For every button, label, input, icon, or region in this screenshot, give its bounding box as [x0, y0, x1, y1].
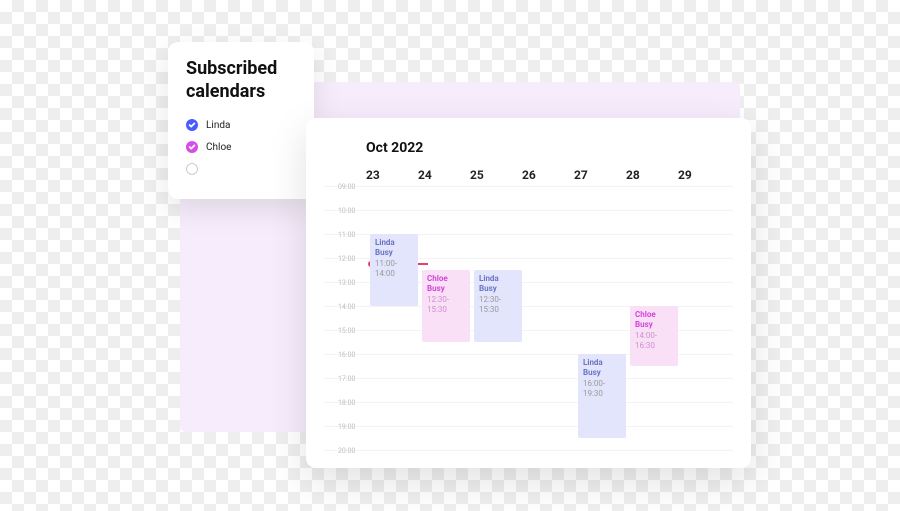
calendar-subscription-linda[interactable]: Linda [186, 119, 296, 131]
hour-label: 12:00 [338, 255, 355, 263]
subscribed-calendars-panel: Subscribed calendars Linda Chloe [168, 42, 314, 199]
day-header[interactable]: 24 [418, 168, 470, 182]
hour-label: 17:00 [338, 375, 355, 383]
checkmark-icon [186, 141, 198, 153]
calendar-grid[interactable]: 09:00 10:00 11:00 12:00 13:00 14:00 15:00 16:00… [324, 186, 733, 458]
event-owner: Chloe [427, 274, 466, 284]
hour-label: 14:00 [338, 303, 355, 311]
hour-row: 18:00 [324, 402, 733, 426]
calendar-event[interactable]: LindaBusy12:30-15:30 [474, 270, 522, 342]
hour-label: 18:00 [338, 399, 355, 407]
event-owner: Linda [479, 274, 518, 284]
hour-label: 16:00 [338, 351, 355, 359]
calendar-week-view: Oct 2022 23 24 25 26 27 28 29 09:00 10:00… [306, 118, 751, 468]
hour-label: 09:00 [338, 183, 355, 191]
calendar-day-header: 23 24 25 26 27 28 29 [324, 168, 733, 182]
event-status: Busy [375, 248, 414, 258]
calendar-subscription-empty[interactable] [186, 163, 296, 175]
calendar-event[interactable]: ChloeBusy14:00-16:30 [630, 306, 678, 366]
event-status: Busy [427, 284, 466, 294]
event-time: 12:30-15:30 [479, 295, 518, 315]
subscribed-calendars-title: Subscribed calendars [186, 58, 296, 103]
event-status: Busy [583, 368, 622, 378]
day-header[interactable]: 28 [626, 168, 678, 182]
event-time: 11:00-14:00 [375, 259, 414, 279]
hour-label: 15:00 [338, 327, 355, 335]
hour-label: 11:00 [338, 231, 355, 239]
event-owner: Chloe [635, 310, 674, 320]
day-header[interactable]: 27 [574, 168, 626, 182]
hour-row: 17:00 [324, 378, 733, 402]
event-time: 16:00-19:30 [583, 379, 622, 399]
day-header[interactable]: 29 [678, 168, 730, 182]
event-time: 14:00-16:30 [635, 331, 674, 351]
event-status: Busy [479, 284, 518, 294]
event-status: Busy [635, 320, 674, 330]
unchecked-icon [186, 163, 198, 175]
event-owner: Linda [375, 238, 414, 248]
hour-label: 20:00 [338, 447, 355, 455]
hour-label: 13:00 [338, 279, 355, 287]
day-header[interactable]: 25 [470, 168, 522, 182]
checkmark-icon [186, 119, 198, 131]
calendar-subscription-chloe[interactable]: Chloe [186, 141, 296, 153]
hour-row: 09:00 [324, 186, 733, 210]
hour-row: 19:00 [324, 426, 733, 450]
hour-label: 10:00 [338, 207, 355, 215]
calendar-event[interactable]: ChloeBusy12:30-15:30 [422, 270, 470, 342]
event-owner: Linda [583, 358, 622, 368]
hour-label: 19:00 [338, 423, 355, 431]
calendar-month-title: Oct 2022 [324, 140, 733, 156]
hour-row: 10:00 [324, 210, 733, 234]
subscription-label: Linda [206, 120, 230, 131]
day-header[interactable]: 26 [522, 168, 574, 182]
calendar-event[interactable]: LindaBusy11:00-14:00 [370, 234, 418, 306]
event-time: 12:30-15:30 [427, 295, 466, 315]
subscription-label: Chloe [206, 142, 231, 153]
day-header[interactable]: 23 [366, 168, 418, 182]
calendar-event[interactable]: LindaBusy16:00-19:30 [578, 354, 626, 438]
hour-row: 20:00 [324, 450, 733, 474]
